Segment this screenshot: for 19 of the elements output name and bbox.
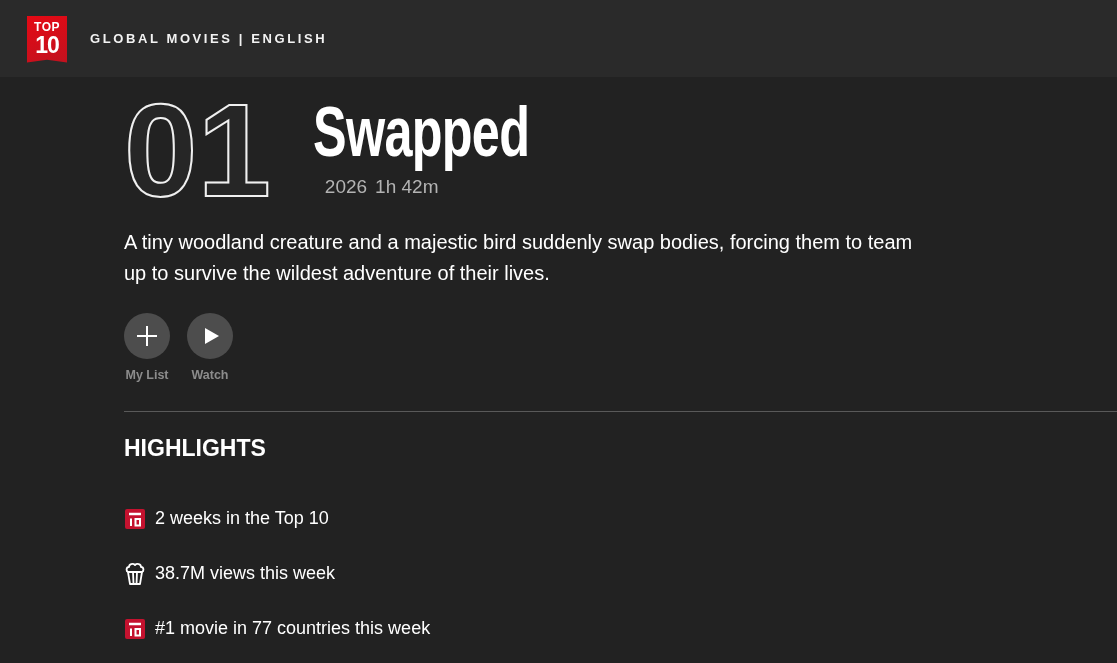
highlight-text: 2 weeks in the Top 10 (155, 507, 329, 531)
add-button[interactable] (124, 313, 170, 359)
section-heading: HIGHLIGHTS (124, 434, 267, 463)
top-ten-logo[interactable]: TOP 10 (27, 15, 67, 63)
rank-number: 01 (124, 85, 272, 217)
plus-icon (137, 326, 157, 346)
popcorn-icon (125, 562, 145, 585)
button-label: My List (125, 367, 169, 384)
play-icon (204, 328, 219, 344)
release-year: 2026 (324, 175, 368, 199)
ranking-badge-icon (125, 618, 145, 639)
runtime: 1h 42m (375, 175, 439, 199)
ranking-badge-icon (125, 508, 145, 529)
button-label: Watch (191, 367, 229, 384)
play-button[interactable] (187, 313, 233, 359)
movie-description: A tiny woodland creature and a majestic bird suddenly swap bodies, forcing them to team up to survive the wildest adventure of their lives. (124, 230, 914, 286)
page-heading: GLOBAL MOVIES | ENGLISH (90, 29, 328, 48)
highlight-text: 38.7M views this week (155, 562, 336, 586)
highlight-text: #1 movie in 77 countries this week (155, 617, 431, 641)
